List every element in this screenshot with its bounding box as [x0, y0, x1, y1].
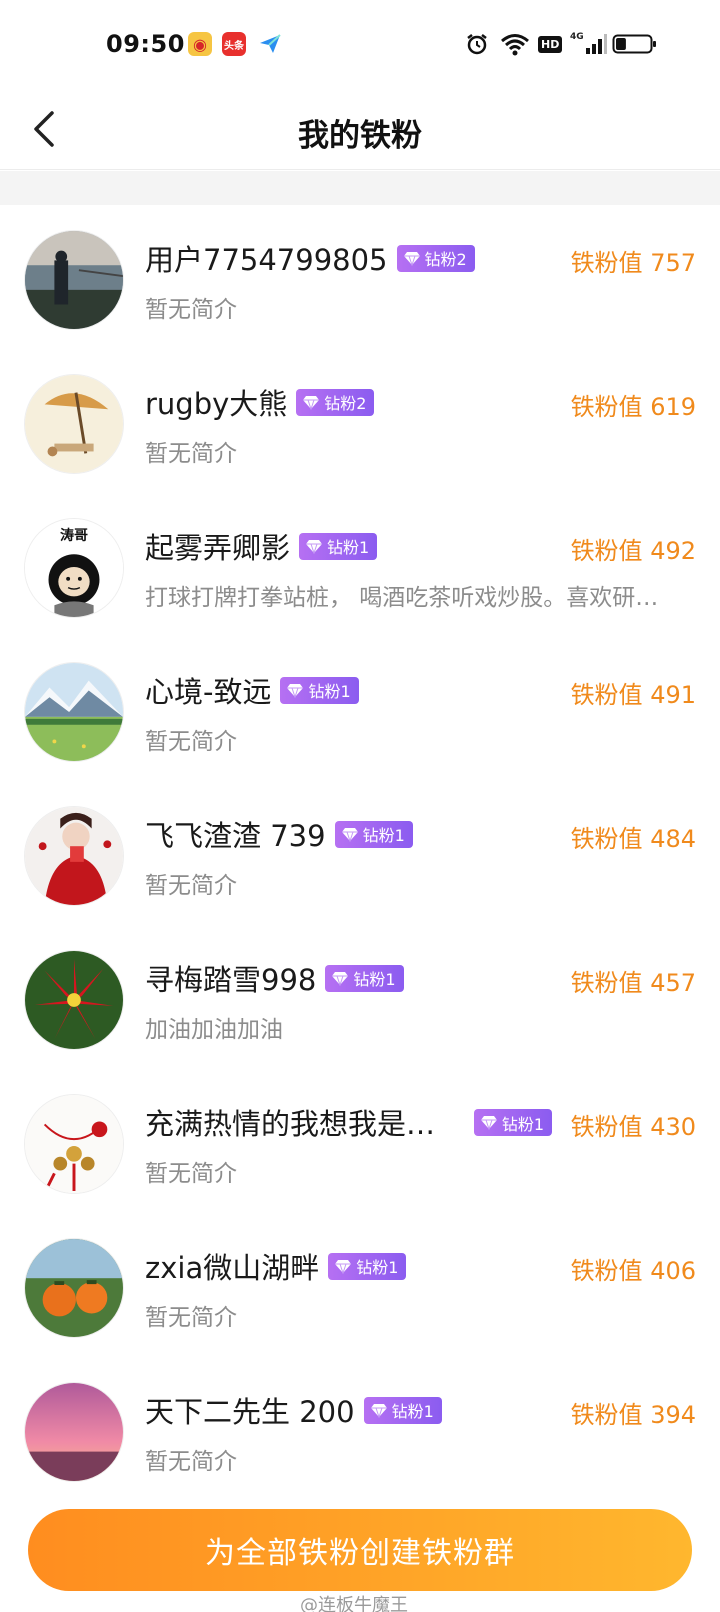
fan-row[interactable]: 充满热情的我想我是… 钻粉1 铁粉值 430 暂无简介	[0, 1069, 720, 1217]
fan-name-line: 心境-致远 钻粉1	[145, 670, 359, 710]
fan-name[interactable]: 天下二先生 200	[145, 1389, 355, 1431]
fan-score: 铁粉值 394	[570, 1401, 696, 1429]
battery-icon	[612, 30, 658, 58]
watermark: @连板牛魔王	[300, 1595, 408, 1612]
fan-name-line: 起雾弄卿影 钻粉1	[145, 525, 378, 567]
fan-score: 铁粉值 484	[570, 825, 696, 853]
fan-level-badge: 钻粉1	[325, 964, 404, 992]
fan-name-line: 飞飞渣渣 739 钻粉1	[145, 814, 413, 854]
fan-name[interactable]: 飞飞渣渣 739	[145, 813, 326, 855]
fan-bio: 加油加油加油	[145, 1017, 283, 1043]
avatar[interactable]	[24, 950, 124, 1050]
fan-bio: 暂无简介	[145, 297, 237, 323]
fan-name-line: 寻梅踏雪998 钻粉1	[145, 958, 404, 998]
fan-name-line: 充满热情的我想我是…	[145, 1102, 435, 1142]
status-bar: 09:50 ◉ 头条 HD 4G	[0, 0, 720, 90]
fan-level-badge: 钻粉2	[296, 388, 375, 416]
fan-score: 铁粉值 619	[570, 393, 696, 421]
diamond-icon	[370, 1403, 387, 1418]
fan-score: 铁粉值 406	[570, 1257, 696, 1285]
toutiao-icon: 头条	[222, 32, 246, 56]
fan-row[interactable]: 用户7754799805 钻粉2 铁粉值 757 暂无简介	[0, 205, 720, 353]
fan-row[interactable]: 天下二先生 200 钻粉1 铁粉值 394 暂无简介	[0, 1357, 720, 1491]
fan-score: 铁粉值 492	[570, 537, 696, 565]
fan-level-badge: 钻粉1	[299, 532, 378, 560]
fan-name[interactable]: zxia微山湖畔	[145, 1245, 319, 1287]
create-fan-group-button[interactable]: 为全部铁粉创建铁粉群	[28, 1509, 692, 1591]
header: 我的铁粉	[0, 90, 720, 170]
diamond-icon	[403, 251, 420, 266]
fan-row[interactable]: 飞飞渣渣 739 钻粉1 铁粉值 484 暂无简介	[0, 781, 720, 929]
fan-bio: 暂无简介	[145, 729, 237, 755]
fan-bio: 暂无简介	[145, 873, 237, 899]
fan-name[interactable]: 用户7754799805	[145, 237, 388, 279]
fan-name-line: zxia微山湖畔 钻粉1	[145, 1245, 407, 1287]
fan-name-line: rugby大熊 钻粉2	[145, 381, 375, 423]
page-title: 我的铁粉	[298, 118, 422, 154]
fan-score: 铁粉值 491	[570, 681, 696, 709]
fan-name-line: 用户7754799805 钻粉2	[145, 238, 475, 278]
fan-name[interactable]: 起雾弄卿影	[145, 525, 290, 567]
diamond-icon	[335, 1259, 352, 1274]
badge-label: 钻粉2	[424, 250, 467, 269]
fan-level-badge: 钻粉1	[473, 1109, 552, 1136]
diamond-icon	[306, 539, 323, 554]
fan-level-badge: 钻粉1	[363, 1396, 442, 1424]
weibo-icon: ◉	[188, 32, 212, 56]
avatar[interactable]	[24, 1238, 124, 1338]
send-icon	[258, 32, 282, 56]
hd-icon: HD	[538, 30, 563, 58]
fan-level-badge: 钻粉1	[334, 820, 413, 848]
fan-name[interactable]: 寻梅踏雪998	[145, 957, 316, 999]
fan-name[interactable]: rugby大熊	[145, 381, 287, 423]
avatar[interactable]	[24, 806, 124, 906]
fan-level-badge: 钻粉1	[328, 1252, 407, 1280]
badge-label: 钻粉1	[356, 1258, 399, 1277]
avatar[interactable]: 涛哥	[24, 518, 124, 618]
fan-bio: 暂无简介	[145, 441, 237, 467]
badge-label: 钻粉2	[324, 394, 367, 413]
avatar[interactable]	[24, 662, 124, 762]
fan-level-badge: 钻粉1	[280, 676, 359, 704]
fan-row[interactable]: 涛哥 起雾弄卿影 钻粉1 铁粉值 492 打球打牌打拳站桩， 喝酒吃茶听戏炒股。…	[0, 493, 720, 641]
fan-row[interactable]: rugby大熊 钻粉2 铁粉值 619 暂无简介	[0, 349, 720, 497]
diamond-icon	[303, 395, 320, 410]
badge-label: 钻粉1	[391, 1402, 434, 1421]
badge-label: 钻粉1	[353, 970, 396, 989]
fan-score: 铁粉值 430	[570, 1113, 696, 1141]
avatar[interactable]	[24, 230, 124, 330]
fan-name[interactable]: 心境-致远	[145, 669, 271, 711]
fan-score: 铁粉值 757	[570, 249, 696, 277]
fan-bio: 暂无简介	[145, 1161, 237, 1187]
fan-name[interactable]: 充满热情的我想我是…	[145, 1101, 435, 1143]
signal-4g-icon: 4G	[570, 30, 607, 58]
badge-label: 钻粉1	[327, 538, 370, 557]
diamond-icon	[341, 827, 358, 842]
fan-list[interactable]: 用户7754799805 钻粉2 铁粉值 757 暂无简介 rugby大熊 钻粉…	[0, 205, 720, 1491]
status-time: 09:50	[106, 30, 185, 58]
alarm-icon	[465, 30, 489, 58]
fan-row[interactable]: 寻梅踏雪998 钻粉1 铁粉值 457 加油加油加油	[0, 925, 720, 1073]
badge-label: 钻粉1	[501, 1114, 544, 1134]
fan-bio: 暂无简介	[145, 1449, 237, 1475]
fan-score: 铁粉值 457	[570, 969, 696, 997]
fan-row[interactable]: zxia微山湖畔 钻粉1 铁粉值 406 暂无简介	[0, 1213, 720, 1361]
fan-bio: 暂无简介	[145, 1305, 237, 1331]
avatar[interactable]	[24, 1382, 124, 1482]
fan-level-badge: 钻粉2	[396, 244, 475, 272]
badge-label: 钻粉1	[308, 682, 351, 701]
wifi-icon	[500, 30, 530, 58]
section-divider	[0, 171, 720, 205]
avatar[interactable]	[24, 374, 124, 474]
avatar-caption: 涛哥	[60, 528, 88, 544]
badge-label: 钻粉1	[362, 826, 405, 845]
avatar[interactable]	[24, 1094, 124, 1194]
fan-bio: 打球打牌打拳站桩， 喝酒吃茶听戏炒股。喜欢研…	[145, 585, 659, 611]
fan-row[interactable]: 心境-致远 钻粉1 铁粉值 491 暂无简介	[0, 637, 720, 785]
bottom-bar: 为全部铁粉创建铁粉群 @连板牛魔王	[0, 1491, 720, 1612]
diamond-icon	[480, 1116, 497, 1130]
diamond-icon	[287, 683, 304, 698]
diamond-icon	[332, 971, 349, 986]
fan-name-line: 天下二先生 200 钻粉1	[145, 1390, 442, 1430]
